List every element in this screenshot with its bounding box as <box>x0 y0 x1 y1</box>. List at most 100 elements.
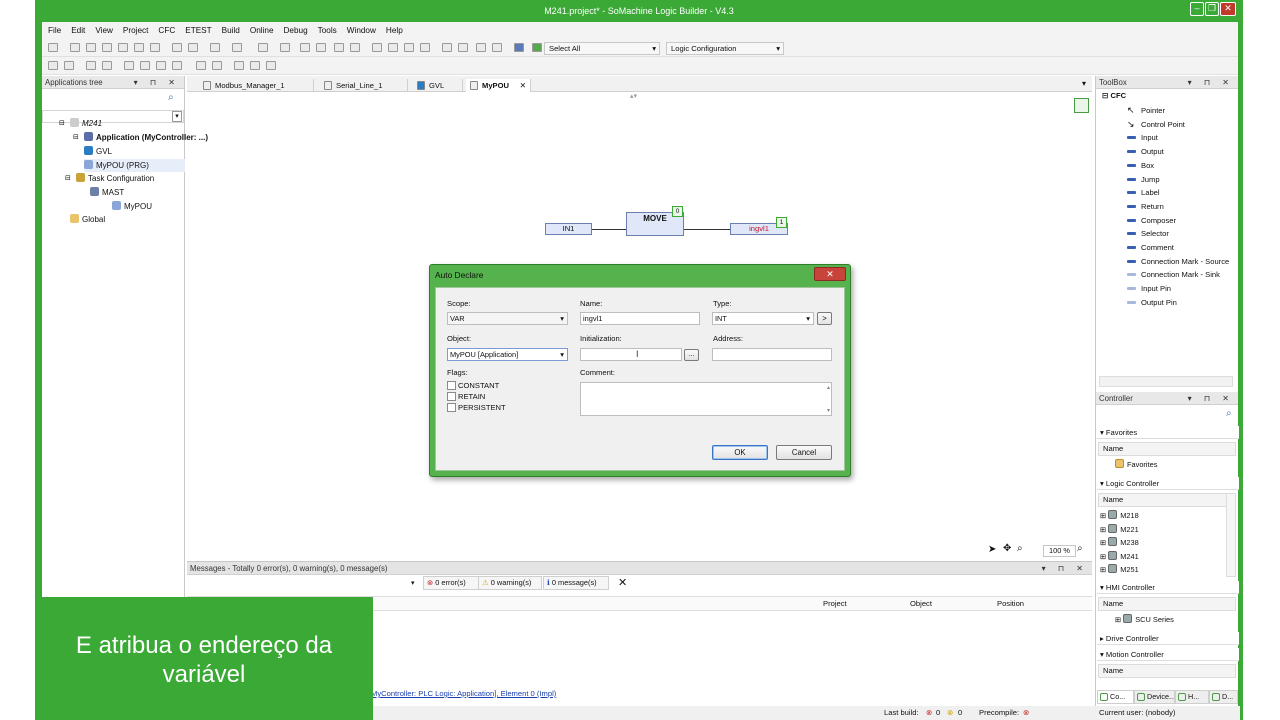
favorites-name-col[interactable]: Name <box>1098 442 1236 456</box>
favorites-folder[interactable]: Favorites <box>1115 458 1157 471</box>
menu-file[interactable]: File <box>48 26 61 35</box>
toolbox-item-box[interactable]: Box <box>1141 159 1154 172</box>
search-icon[interactable]: ⌕ <box>168 92 174 103</box>
scroll-up-icon[interactable]: ▴ <box>827 384 830 391</box>
panel-controls-icon[interactable]: ▾ ⊓ ✕ <box>1042 562 1088 575</box>
stop-icon[interactable] <box>350 43 360 52</box>
ok-button[interactable]: OK <box>712 445 768 460</box>
menu-edit[interactable]: Edit <box>71 26 85 35</box>
breakpoint-icon[interactable] <box>372 43 382 52</box>
close-tab-icon[interactable]: ✕ <box>520 79 526 92</box>
delete-icon[interactable] <box>150 43 160 52</box>
tab-modbus-manager-1[interactable]: Modbus_Manager_1 <box>199 79 314 92</box>
retain-checkbox[interactable] <box>447 392 456 401</box>
col-project[interactable]: Project <box>823 599 847 608</box>
build-icon[interactable] <box>232 43 242 52</box>
redo-icon[interactable] <box>86 43 96 52</box>
cfc-toolbox-toggle-icon[interactable] <box>1074 98 1089 113</box>
menu-help[interactable]: Help <box>386 26 403 35</box>
step-into-icon[interactable] <box>404 43 414 52</box>
col-position[interactable]: Position <box>997 599 1024 608</box>
close-button[interactable]: ✕ <box>1220 2 1236 16</box>
cfc-order-icon[interactable] <box>64 61 74 70</box>
comment-textarea[interactable]: ▴ ▾ <box>580 382 832 416</box>
hmi-controller-section[interactable]: ▾ HMI Controller <box>1097 581 1239 594</box>
col-object[interactable]: Object <box>910 599 932 608</box>
logic-controller-item[interactable]: ⊞ M218 <box>1100 509 1139 522</box>
menu-online[interactable]: Online <box>250 26 274 35</box>
constant-checkbox[interactable] <box>447 381 456 390</box>
properties-icon[interactable] <box>280 43 290 52</box>
initialization-input[interactable] <box>580 348 682 361</box>
write-values-icon[interactable] <box>442 43 452 52</box>
tree-item[interactable]: MAST <box>90 186 124 199</box>
logic-controller-item[interactable]: ⊞ M221 <box>1100 523 1139 536</box>
toolbox-item-output-pin[interactable]: Output Pin <box>1141 296 1177 309</box>
collapse-icon[interactable]: ⊟ <box>59 117 65 130</box>
logic-controller-section[interactable]: ▾ Logic Controller <box>1097 477 1239 490</box>
toolbox-item-output[interactable]: Output <box>1141 145 1164 158</box>
toolbox-item-jump[interactable]: Jump <box>1141 173 1160 186</box>
chevron-down-icon[interactable]: ▾ <box>411 579 415 587</box>
select-all-combo[interactable]: Select All ▾ <box>544 42 660 55</box>
logic-controller-item[interactable]: ⊞ M251 <box>1100 563 1139 576</box>
step-over-icon[interactable] <box>388 43 398 52</box>
toolbox-group-cfc[interactable]: ⊟ CFC <box>1102 91 1126 100</box>
menu-view[interactable]: View <box>95 26 113 35</box>
drive-controller-section[interactable]: ▸ Drive Controller <box>1097 632 1239 645</box>
cfc-edit-icon[interactable] <box>48 61 58 70</box>
print-preview-icon[interactable] <box>210 43 220 52</box>
cfc-input-node[interactable]: IN1 <box>545 223 592 235</box>
type-assistant-button[interactable]: > <box>817 312 832 325</box>
collapse-icon[interactable]: ⊟ <box>65 172 71 185</box>
zoom-icon[interactable]: ⌕ <box>1017 543 1023 554</box>
copy-icon[interactable] <box>118 43 128 52</box>
scroll-down-icon[interactable]: ▾ <box>827 407 830 414</box>
toolbox-item-return[interactable]: Return <box>1141 200 1164 213</box>
chevron-down-icon[interactable]: ▾ <box>172 111 182 122</box>
run-icon[interactable] <box>334 43 344 52</box>
pan-icon[interactable]: ✥ <box>1003 543 1011 554</box>
message-source-link[interactable]: MyController: PLC Logic: Application], E… <box>371 689 556 698</box>
cfc-group-icon[interactable] <box>196 61 206 70</box>
select-all-icon[interactable] <box>532 43 542 52</box>
cfc-ungroup-icon[interactable] <box>212 61 222 70</box>
toolbox-item-label[interactable]: Label <box>1141 186 1160 199</box>
type-input[interactable]: INT ▾ <box>712 312 814 325</box>
tree-item[interactable]: MyPOU (PRG) <box>84 159 185 172</box>
menu-etest[interactable]: ETEST <box>185 26 211 35</box>
tree-item[interactable]: Global <box>70 213 105 226</box>
menu-project[interactable]: Project <box>123 26 148 35</box>
collapse-icon[interactable]: ⊟ <box>73 131 79 144</box>
toolbox-item-control-point[interactable]: Control Point <box>1141 118 1185 131</box>
motion-name-col[interactable]: Name <box>1098 664 1236 678</box>
cfc-align-icon[interactable] <box>234 61 244 70</box>
tree-item[interactable]: M241 <box>70 117 102 130</box>
step-out-icon[interactable] <box>420 43 430 52</box>
panel-controls-icon[interactable]: ▾ ⊓ ✕ <box>1188 76 1234 89</box>
panel-tab[interactable]: H... <box>1175 690 1209 704</box>
tab-mypou[interactable]: MyPOU ✕ <box>466 79 531 92</box>
panel-tab[interactable]: Device... <box>1134 690 1175 704</box>
logic-list-scrollbar[interactable] <box>1226 493 1236 577</box>
cut-icon[interactable] <box>102 43 112 52</box>
cfc-en-icon[interactable] <box>156 61 166 70</box>
panel-tab[interactable]: Co... <box>1097 690 1134 704</box>
persistent-checkbox[interactable] <box>447 403 456 412</box>
restore-button[interactable]: ❐ <box>1205 2 1219 16</box>
expand-icon[interactable]: ⊞ <box>1100 511 1108 520</box>
cfc-pin-icon[interactable] <box>172 61 182 70</box>
zoom-level[interactable]: 100 % <box>1043 545 1076 557</box>
unforce-icon[interactable] <box>476 43 486 52</box>
print-icon[interactable] <box>48 43 58 52</box>
menu-cfc[interactable]: CFC <box>158 26 175 35</box>
cfc-negate-icon[interactable] <box>86 61 96 70</box>
menu-window[interactable]: Window <box>347 26 376 35</box>
expand-icon[interactable]: ⊞ <box>1100 552 1108 561</box>
toolbox-item-selector[interactable]: Selector <box>1141 227 1169 240</box>
object-select[interactable]: MyPOU [Application] ▾ <box>447 348 568 361</box>
splitter-arrows-icon[interactable]: ▴▾ <box>630 92 637 100</box>
expand-icon[interactable]: ⊞ <box>1100 565 1108 574</box>
flow-control-icon[interactable] <box>492 43 502 52</box>
tree-item[interactable]: MyPOU <box>112 200 152 213</box>
